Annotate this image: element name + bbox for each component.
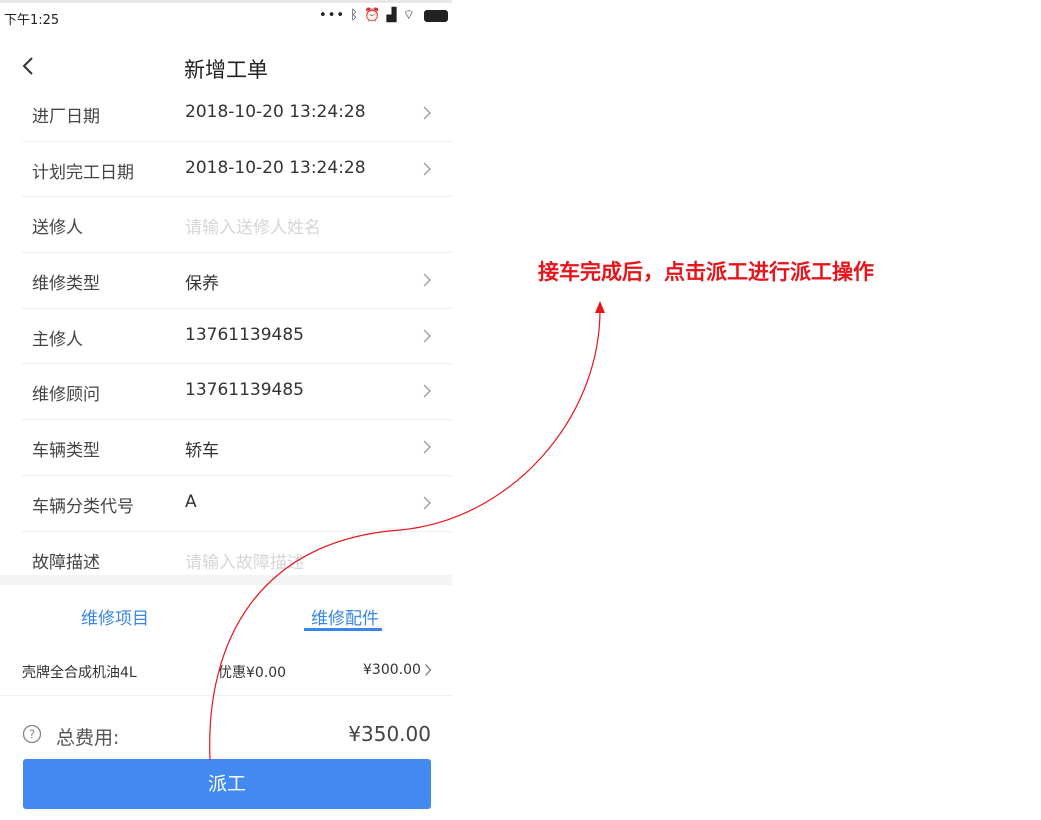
form-value: 13761139485 [185,380,304,401]
form-value: 2018-10-20 13:24:28 [185,102,366,122]
signal-icon: ▟ [386,8,398,23]
section-divider [0,575,452,585]
form-row-planned-completion-date[interactable]: 计划完工日期 2018-10-20 13:24:28 [22,142,452,198]
nav-bar: 新增工单 [0,44,452,92]
form-label: 主修人 [32,329,83,350]
form-value: 13761139485 [185,324,304,345]
annotation-text: 接车完成后，点击派工进行派工操作 [538,260,874,284]
chevron-right-icon [423,496,431,510]
form-row-sender: 送修人 请输入送修人姓名 [22,197,452,254]
total-cost-row: ? 总费用: ¥350.00 [0,710,452,754]
total-cost-amount: ¥350.00 [348,722,431,746]
chevron-right-icon [423,384,431,398]
active-tab-indicator [304,628,382,631]
bluetooth-icon: ᛒ [350,8,360,23]
form-row-vehicle-type[interactable]: 车辆类型 轿车 [22,420,452,476]
chevron-right-icon [423,162,431,176]
form-label: 维修顾问 [32,385,100,406]
chevron-right-icon [423,329,431,343]
status-bar-top-line [0,0,452,3]
page-title: 新增工单 [184,58,268,82]
form-value: 保养 [185,274,219,295]
sender-name-input[interactable]: 请输入送修人姓名 [185,213,321,238]
phone-screen: 下午1:25 ••• ᛒ ⏰ ▟ ⌔ 新增工单 进厂日期 2018-10-20 … [0,0,452,820]
part-name: 壳牌全合成机油4L [22,665,137,681]
form-label: 车辆分类代号 [32,496,134,517]
form-value: 2018-10-20 13:24:28 [185,157,366,178]
chevron-right-icon [423,106,431,120]
form-row-vehicle-class-code[interactable]: 车辆分类代号 A [22,476,452,532]
alarm-icon: ⏰ [364,8,382,23]
form-value: 轿车 [185,441,219,462]
form-label: 送修人 [32,218,83,239]
more-dots-icon: ••• [319,8,346,23]
chevron-right-icon [423,440,431,454]
chevron-right-icon [423,273,431,287]
battery-icon [424,9,448,22]
chevron-right-icon [425,664,432,676]
form-label: 故障描述 [32,552,100,573]
form-row-service-advisor[interactable]: 维修顾问 13761139485 [22,364,452,421]
fault-description-input[interactable]: 请输入故障描述 [185,548,304,573]
status-time: 下午1:25 [4,13,60,28]
status-icons: ••• ᛒ ⏰ ▟ ⌔ [319,7,448,23]
dispatch-button[interactable]: 派工 [23,759,431,809]
total-cost-label: 总费用: [56,727,120,749]
svg-text:?: ? [29,728,35,742]
form-row-repair-type[interactable]: 维修类型 保养 [22,253,452,309]
tab-repair-parts[interactable]: 维修配件 [311,604,379,629]
tab-repair-items[interactable]: 维修项目 [81,604,149,629]
form-value: A [185,491,197,512]
help-circle-icon[interactable]: ? [22,724,42,744]
form-label: 计划完工日期 [32,162,134,183]
wifi-icon: ⌔ [402,8,416,23]
form-row-main-technician[interactable]: 主修人 13761139485 [22,309,452,365]
list-item[interactable]: 壳牌全合成机油4L 优惠¥0.00 ¥300.00 [0,643,452,696]
part-price: ¥300.00 [363,662,421,678]
work-order-form: 进厂日期 2018-10-20 13:24:28 计划完工日期 2018-10-… [0,86,452,586]
tab-bar: 维修项目 维修配件 [0,592,452,634]
status-bar: 下午1:25 ••• ᛒ ⏰ ▟ ⌔ [0,0,452,36]
form-label: 车辆类型 [32,441,100,462]
part-discount: 优惠¥0.00 [218,665,287,681]
form-label: 维修类型 [32,274,100,295]
form-row-entry-date[interactable]: 进厂日期 2018-10-20 13:24:28 [22,86,452,142]
form-label: 进厂日期 [32,107,100,127]
